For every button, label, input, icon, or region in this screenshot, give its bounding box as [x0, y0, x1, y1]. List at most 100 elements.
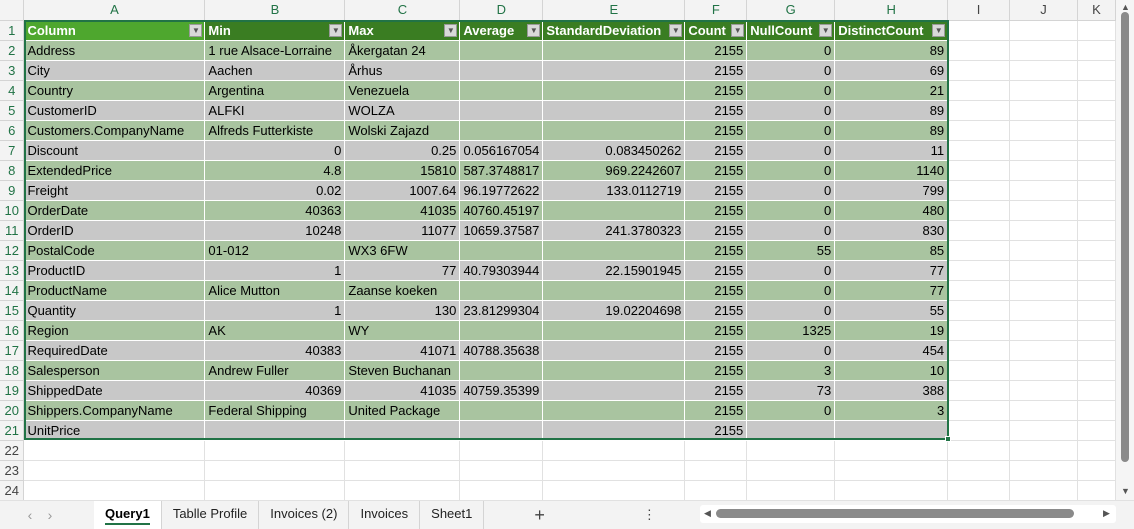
row-header[interactable]: 8	[0, 160, 25, 181]
empty-cell[interactable]	[1077, 420, 1116, 441]
next-sheet-icon[interactable]: ›	[40, 507, 60, 523]
row-header[interactable]: 13	[0, 260, 25, 281]
table-cell[interactable]: CustomerID	[23, 100, 206, 121]
table-cell[interactable]: 0	[746, 140, 836, 161]
table-cell[interactable]	[542, 240, 686, 261]
table-cell[interactable]: 0	[746, 400, 836, 421]
table-cell[interactable]: 3	[746, 360, 836, 381]
table-cell[interactable]: 69	[834, 60, 949, 81]
table-cell[interactable]	[542, 400, 686, 421]
table-cell[interactable]	[542, 60, 686, 81]
empty-cell[interactable]	[1009, 60, 1078, 81]
empty-cell[interactable]	[1009, 320, 1078, 341]
empty-cell[interactable]	[1077, 120, 1116, 141]
table-cell[interactable]	[459, 120, 544, 141]
row-header[interactable]: 2	[0, 40, 25, 61]
table-cell[interactable]: Venezuela	[344, 80, 461, 101]
table-cell[interactable]: 77	[344, 260, 461, 281]
empty-cell[interactable]	[1009, 480, 1078, 500]
row-header[interactable]: 11	[0, 220, 25, 241]
table-cell[interactable]: 55	[834, 300, 949, 321]
table-cell[interactable]	[459, 320, 544, 341]
row-header[interactable]: 9	[0, 180, 25, 201]
empty-cell[interactable]	[947, 400, 1011, 421]
table-cell[interactable]: 89	[834, 40, 949, 61]
table-cell[interactable]: ProductID	[23, 260, 206, 281]
table-cell[interactable]: AK	[204, 320, 346, 341]
empty-cell[interactable]	[1009, 260, 1078, 281]
table-cell[interactable]: Address	[23, 40, 206, 61]
filter-dropdown-icon[interactable]: ▼	[669, 23, 683, 37]
empty-cell[interactable]	[1009, 240, 1078, 261]
table-cell[interactable]: 2155	[684, 340, 748, 361]
table-cell[interactable]: 0	[746, 280, 836, 301]
row-header[interactable]: 7	[0, 140, 25, 161]
empty-cell[interactable]	[1009, 420, 1078, 441]
table-cell[interactable]: Andrew Fuller	[204, 360, 346, 381]
table-cell[interactable]	[542, 40, 686, 61]
table-cell[interactable]: 40788.35638	[459, 340, 544, 361]
empty-cell[interactable]	[746, 440, 836, 461]
empty-cell[interactable]	[947, 320, 1011, 341]
horizontal-scroll-thumb[interactable]	[716, 509, 1074, 518]
empty-cell[interactable]	[1077, 320, 1116, 341]
table-cell[interactable]: 2155	[684, 40, 748, 61]
table-cell[interactable]	[459, 280, 544, 301]
table-cell[interactable]: 1007.64	[344, 180, 461, 201]
table-cell[interactable]: 15810	[344, 160, 461, 181]
sheet-tab[interactable]: Invoices (2)	[259, 501, 350, 529]
empty-cell[interactable]	[1009, 40, 1078, 61]
table-cell[interactable]: 0	[746, 160, 836, 181]
column-header-D[interactable]: D	[459, 0, 544, 21]
empty-cell[interactable]	[1009, 140, 1078, 161]
empty-cell[interactable]	[1009, 120, 1078, 141]
table-cell[interactable]	[542, 320, 686, 341]
column-header-G[interactable]: G	[746, 0, 836, 21]
empty-cell[interactable]	[542, 480, 686, 500]
table-header-cell[interactable]: Count ▼	[684, 20, 748, 41]
table-cell[interactable]: 1325	[746, 320, 836, 341]
table-cell[interactable]: 2155	[684, 380, 748, 401]
empty-cell[interactable]	[1077, 460, 1116, 481]
empty-cell[interactable]	[834, 480, 949, 500]
table-cell[interactable]	[542, 360, 686, 381]
table-cell[interactable]: City	[23, 60, 206, 81]
empty-cell[interactable]	[1077, 80, 1116, 101]
table-cell[interactable]: Wolski Zajazd	[344, 120, 461, 141]
empty-cell[interactable]	[834, 440, 949, 461]
row-header[interactable]: 6	[0, 120, 25, 141]
empty-cell[interactable]	[947, 420, 1011, 441]
row-header[interactable]: 3	[0, 60, 25, 81]
empty-cell[interactable]	[947, 340, 1011, 361]
table-cell[interactable]	[746, 420, 836, 441]
table-cell[interactable]: 2155	[684, 180, 748, 201]
table-cell[interactable]: 55	[746, 240, 836, 261]
column-header-I[interactable]: I	[947, 0, 1011, 21]
row-header[interactable]: 17	[0, 340, 25, 361]
filter-dropdown-icon[interactable]: ▼	[527, 23, 541, 37]
filter-dropdown-icon[interactable]: ▼	[731, 23, 745, 37]
table-cell[interactable]: 0	[746, 180, 836, 201]
table-cell[interactable]: 2155	[684, 360, 748, 381]
empty-cell[interactable]	[1009, 20, 1078, 41]
table-cell[interactable]: 11077	[344, 220, 461, 241]
empty-cell[interactable]	[1077, 20, 1116, 41]
table-header-cell[interactable]: Max ▼	[344, 20, 461, 41]
empty-cell[interactable]	[344, 460, 461, 481]
empty-cell[interactable]	[459, 440, 544, 461]
table-cell[interactable]: 73	[746, 380, 836, 401]
table-cell[interactable]: RequiredDate	[23, 340, 206, 361]
empty-cell[interactable]	[1009, 360, 1078, 381]
table-cell[interactable]: 0	[746, 200, 836, 221]
table-cell[interactable]: 01-012	[204, 240, 346, 261]
empty-cell[interactable]	[1009, 300, 1078, 321]
empty-cell[interactable]	[1009, 400, 1078, 421]
table-resize-handle[interactable]	[945, 436, 951, 442]
table-cell[interactable]	[542, 340, 686, 361]
table-cell[interactable]	[459, 80, 544, 101]
table-cell[interactable]: 130	[344, 300, 461, 321]
table-cell[interactable]	[542, 80, 686, 101]
row-header[interactable]: 18	[0, 360, 25, 381]
column-header-J[interactable]: J	[1009, 0, 1078, 21]
table-cell[interactable]: 96.19772622	[459, 180, 544, 201]
